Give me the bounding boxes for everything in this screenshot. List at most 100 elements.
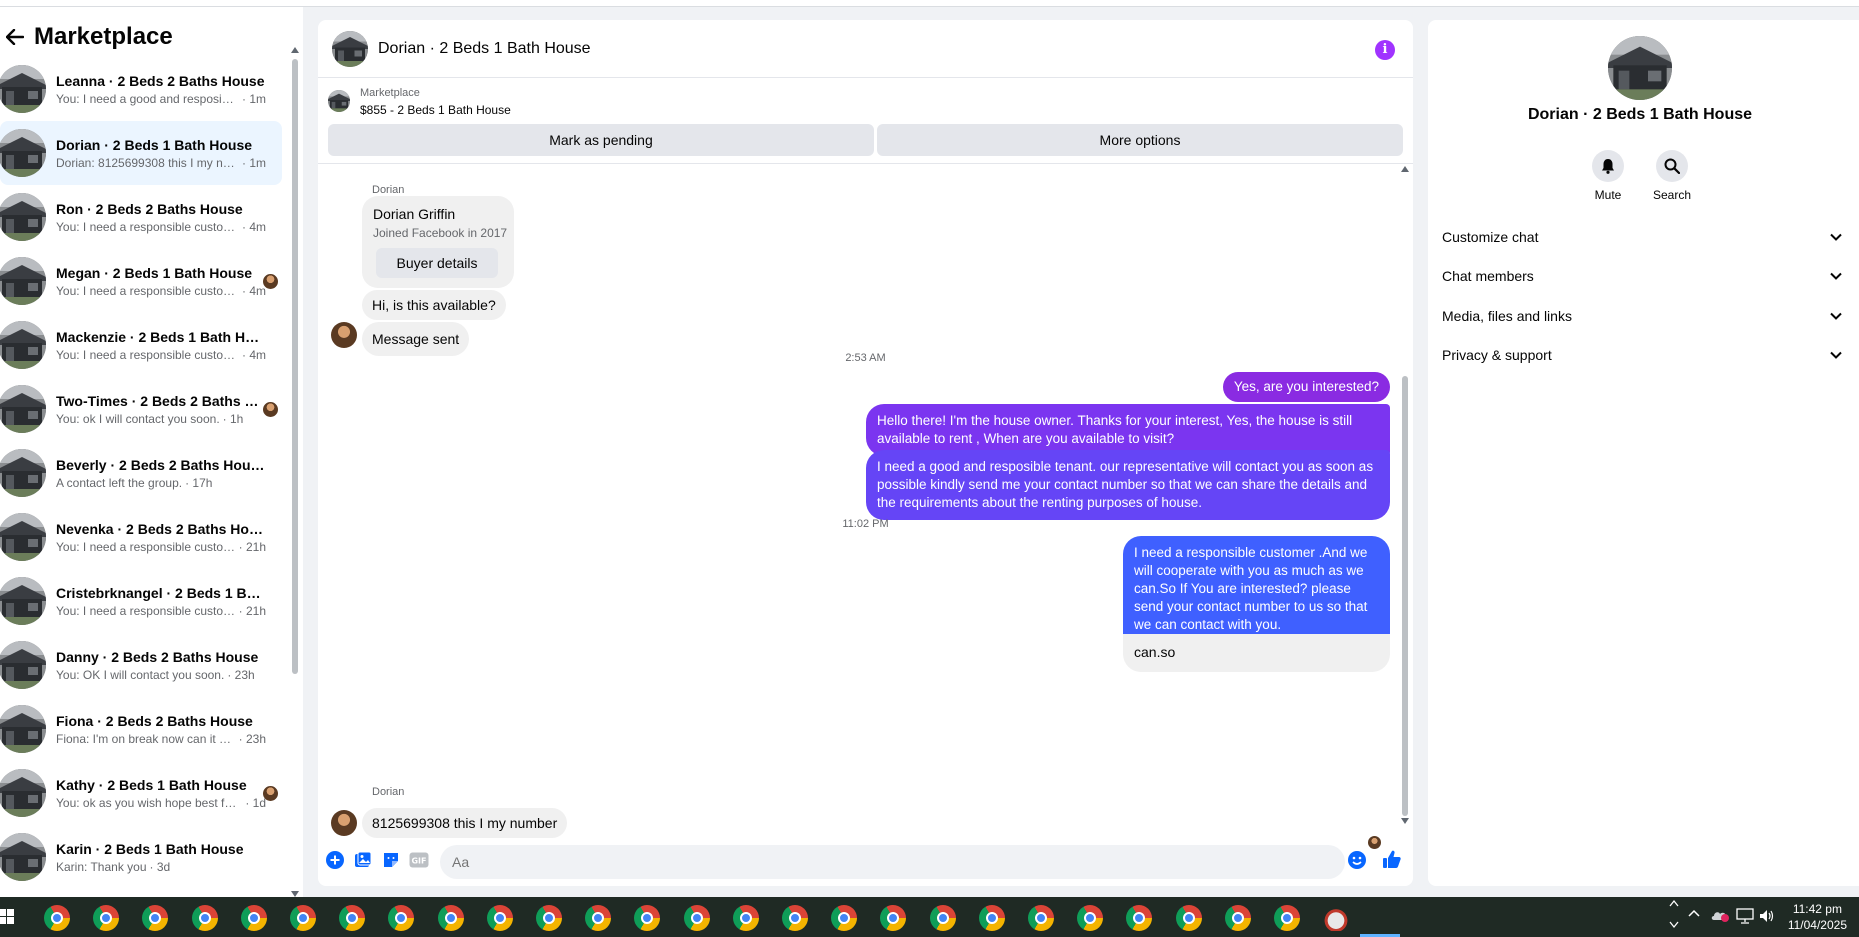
sidebar-scroll-thumb[interactable] <box>292 59 298 674</box>
chevron-down-icon <box>1830 233 1842 241</box>
chrome-icon[interactable] <box>44 905 70 931</box>
volume-icon[interactable] <box>1758 908 1776 924</box>
chrome-icon[interactable] <box>1175 905 1202 931</box>
chrome-icon[interactable] <box>486 905 513 931</box>
conversation-avatar <box>0 705 46 753</box>
snippet-text: You: I need a responsible customer .And … <box>56 347 239 362</box>
conversation-item[interactable]: Ron · 2 Beds 2 Baths House You: I need a … <box>0 185 282 249</box>
conversation-item[interactable]: Nevenka · 2 Beds 2 Baths House You: I nee… <box>0 505 282 569</box>
conversation-item[interactable]: Karin · 2 Beds 1 Bath House Karin: Thank … <box>0 825 282 889</box>
chrome-icon[interactable] <box>536 905 562 931</box>
listing-thumbnail[interactable] <box>328 90 350 112</box>
plus-circle-icon[interactable] <box>325 850 345 870</box>
incoming-message[interactable]: Hi, is this available? <box>362 290 506 320</box>
conversation-item[interactable]: Danny · 2 Beds 2 Baths House You: OK I wi… <box>0 633 282 697</box>
conversation-avatar <box>0 385 46 433</box>
chat-scroll-thumb[interactable] <box>1402 376 1408 816</box>
chrome-icon[interactable] <box>585 905 612 931</box>
conversation-item[interactable]: Two-Times · 2 Beds 2 Baths House You: ok … <box>0 377 282 441</box>
chat-scrollbar[interactable] <box>1400 166 1410 826</box>
taskbar-app-icon[interactable] <box>1323 905 1350 931</box>
conversation-avatar <box>0 65 46 113</box>
customize-chat-row[interactable]: Customize chat <box>1442 222 1842 252</box>
chat-title[interactable]: Dorian · 2 Beds 1 Bath House <box>378 40 591 58</box>
chrome-icon[interactable] <box>191 905 218 931</box>
sender-avatar[interactable] <box>331 810 357 836</box>
chrome-icon[interactable] <box>290 905 316 931</box>
clock-date: 11/04/2025 <box>1787 918 1847 932</box>
snippet-text: Fiona: I'm on break now can it be later <box>56 731 236 746</box>
taskbar-clock[interactable]: 11:42 pm 11/04/2025 <box>1788 901 1847 933</box>
outgoing-message[interactable]: Hello there! I'm the house owner. Thanks… <box>866 404 1390 456</box>
conversation-item[interactable]: Fiona · 2 Beds 2 Baths House Fiona: I'm o… <box>0 697 282 761</box>
chrome-icon[interactable] <box>142 905 169 931</box>
incoming-message[interactable]: Message sent <box>362 322 470 356</box>
chrome-icon[interactable] <box>1224 905 1251 931</box>
emoji-icon[interactable] <box>1347 850 1367 870</box>
chat-avatar[interactable] <box>332 30 368 67</box>
chrome-icon[interactable] <box>437 905 464 931</box>
chrome-icon[interactable] <box>388 905 415 931</box>
network-icon[interactable] <box>1736 908 1754 924</box>
chrome-icon[interactable] <box>93 905 120 931</box>
outgoing-message[interactable]: I need a responsible customer .And we wi… <box>1123 536 1390 642</box>
chrome-icon[interactable] <box>1274 905 1300 931</box>
sender-avatar[interactable] <box>331 322 357 348</box>
snippet-text: Dorian: 8125699308 this I my number <box>56 155 239 170</box>
info-icon[interactable]: i <box>1375 40 1395 60</box>
panel-avatar[interactable] <box>1608 36 1672 100</box>
onedrive-icon[interactable] <box>1710 908 1730 922</box>
chrome-icon[interactable] <box>634 905 661 931</box>
chrome-icon[interactable] <box>782 905 808 931</box>
sticker-icon[interactable] <box>381 850 401 870</box>
conversation-item[interactable]: Dorian · 2 Beds 1 Bath House Dorian: 8125… <box>0 121 282 185</box>
taskbar-scroll-up-icon[interactable] <box>1669 899 1679 907</box>
conversation-item[interactable]: Mackenzie · 2 Beds 1 Bath House You: I ne… <box>0 313 282 377</box>
buyer-details-button[interactable]: Buyer details <box>376 248 498 278</box>
gif-icon[interactable]: GIF <box>409 850 429 870</box>
thumbs-up-icon[interactable] <box>1381 848 1403 870</box>
conversation-item[interactable]: Beverly · 2 Beds 2 Baths House A contact … <box>0 441 282 505</box>
chrome-icon[interactable] <box>880 905 907 931</box>
chrome-icon[interactable] <box>978 905 1005 931</box>
conversation-text: Nevenka · 2 Beds 2 Baths House You: I nee… <box>56 521 266 554</box>
chrome-icon[interactable] <box>929 905 956 931</box>
chrome-icon[interactable] <box>1028 905 1054 931</box>
conversation-text: Mackenzie · 2 Beds 1 Bath House You: I ne… <box>56 329 266 362</box>
listing-price-title[interactable]: $855 - 2 Beds 1 Bath House <box>360 103 511 117</box>
snippet-text: You: ok I will contact you soon. <box>56 411 220 426</box>
mark-as-pending-button[interactable]: Mark as pending <box>328 124 874 156</box>
chrome-icon[interactable] <box>732 905 759 931</box>
chrome-icon[interactable] <box>831 905 858 931</box>
search-button[interactable]: Search <box>1642 150 1702 202</box>
conversation-item[interactable]: Leanna · 2 Beds 2 Baths House You: I need… <box>0 57 282 121</box>
windows-start-icon[interactable] <box>0 907 14 927</box>
outgoing-message[interactable]: I need a good and resposible tenant. our… <box>866 450 1390 520</box>
conversation-item[interactable]: Kathy · 2 Beds 1 Bath House You: ok as yo… <box>0 761 282 825</box>
incoming-message[interactable]: 8125699308 this I my number <box>362 808 568 838</box>
tray-expand-icon[interactable] <box>1688 909 1700 917</box>
link-preview[interactable]: can.so <box>1123 634 1390 672</box>
privacy-support-row[interactable]: Privacy & support <box>1442 340 1842 370</box>
chrome-icon[interactable] <box>339 905 366 931</box>
chrome-icon[interactable] <box>240 905 267 931</box>
chat-members-row[interactable]: Chat members <box>1442 261 1842 291</box>
message-input[interactable] <box>440 845 1345 879</box>
conversation-item[interactable]: Cristebrknangel · 2 Beds 1 Bath House You… <box>0 569 282 633</box>
conversation-item[interactable]: Megan · 2 Beds 1 Bath House You: I need a… <box>0 249 282 313</box>
mute-button[interactable]: Mute <box>1578 150 1638 202</box>
conversation-name: Two-Times · 2 Beds 2 Baths House <box>56 392 266 409</box>
photo-icon[interactable] <box>353 850 373 870</box>
chat-panel: Dorian · 2 Beds 1 Bath House i Marketpla… <box>318 20 1413 886</box>
conversation-list: Leanna · 2 Beds 2 Baths House You: I need… <box>0 57 290 897</box>
media-files-links-row[interactable]: Media, files and links <box>1442 301 1842 331</box>
chrome-icon[interactable] <box>1077 905 1104 931</box>
chrome-icon[interactable] <box>683 905 710 931</box>
chrome-icon[interactable] <box>1126 905 1153 931</box>
more-options-button[interactable]: More options <box>877 124 1403 156</box>
back-arrow-icon[interactable] <box>4 26 26 48</box>
outgoing-message[interactable]: Yes, are you interested? <box>1222 372 1390 402</box>
taskbar-scroll-down-icon[interactable] <box>1669 921 1679 929</box>
sidebar-header: Marketplace <box>0 17 290 57</box>
sidebar-scrollbar[interactable] <box>291 47 299 897</box>
